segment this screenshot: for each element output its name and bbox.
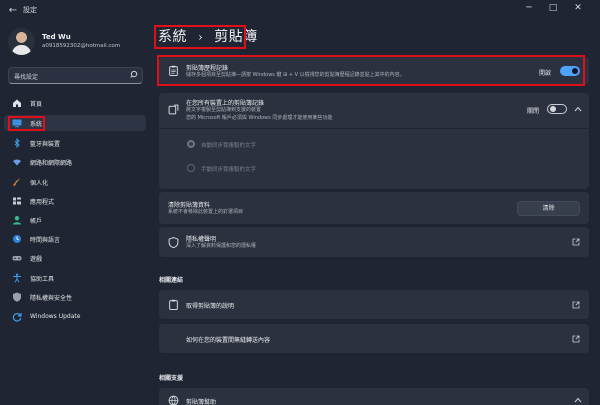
apps-icon	[13, 197, 21, 205]
sync-toggle[interactable]	[547, 104, 567, 114]
clear-button[interactable]: 清除	[517, 201, 580, 216]
sidebar-item-label: 應用程式	[30, 199, 55, 206]
sidebar-item-privacy-security[interactable]	[4, 289, 146, 305]
sidebar-item-apps[interactable]	[4, 193, 146, 209]
chevron-up-icon[interactable]	[574, 106, 582, 112]
maximize-icon[interactable]: □	[541, 0, 565, 16]
related-link-label: 取得剪貼簿的說明	[186, 303, 235, 310]
sync-manual-radio[interactable]	[187, 164, 195, 172]
shield-icon	[13, 292, 21, 302]
globe-clock-icon	[13, 235, 21, 243]
external-link-icon[interactable]	[572, 238, 580, 246]
related-support-clipboard-help[interactable]	[159, 388, 589, 405]
clear-data-description: 系統不會移除此裝置上的釘選項目	[168, 209, 244, 215]
gamepad-icon	[12, 256, 22, 261]
accessibility-icon	[13, 273, 21, 283]
sidebar-item-time-language[interactable]	[4, 231, 146, 247]
shield-icon	[168, 237, 179, 248]
user-name: Ted Wu	[42, 33, 71, 41]
highlight-box-system	[8, 116, 45, 131]
sync-description-2: 您的 Microsoft 帳戶必須與 Windows 同步處理才能使用某些功能	[186, 115, 333, 121]
sidebar-item-label: 個人化	[30, 180, 49, 187]
sidebar-item-bluetooth[interactable]	[4, 135, 146, 151]
arrow-left-icon[interactable]: ←	[6, 4, 20, 18]
search-icon[interactable]	[130, 70, 139, 79]
clipboard-icon	[169, 299, 178, 310]
sync-description-1: 將文字複製至剪貼簿到支援的裝置	[186, 107, 262, 113]
sidebar-item-label: 時間與語言	[30, 237, 61, 244]
sidebar-item-personalization[interactable]	[4, 174, 146, 190]
sidebar-item-network[interactable]	[4, 154, 146, 170]
sidebar-item-label: 藍牙與裝置	[30, 141, 61, 148]
privacy-card[interactable]	[159, 227, 589, 257]
privacy-description: 深入了解資料保護和您的隱私權	[186, 243, 257, 249]
sync-auto-radio[interactable]	[187, 140, 195, 148]
sync-toggle-label: 關閉	[527, 108, 540, 115]
divider	[159, 128, 589, 129]
sidebar-item-label: 協助工具	[30, 276, 55, 283]
sidebar-item-accessibility[interactable]	[4, 270, 146, 286]
highlight-box-title	[154, 25, 246, 49]
brush-icon	[13, 178, 21, 186]
related-support-label: 剪貼簿幫助	[186, 399, 217, 405]
sync-auto-label: 自動同步我複製的文字	[201, 143, 257, 149]
user-email: a0918592302@hotmail.com	[42, 43, 121, 49]
close-icon[interactable]: ✕	[566, 0, 590, 16]
title-bar	[0, 0, 600, 22]
sync-title: 在您所有裝置上的剪貼簿記錄	[186, 100, 265, 107]
wifi-icon	[13, 159, 21, 166]
globe-icon	[168, 395, 179, 405]
avatar[interactable]	[8, 28, 35, 55]
sync-clipboard-icon	[168, 104, 179, 115]
bluetooth-icon	[14, 138, 20, 148]
update-icon	[12, 313, 22, 322]
related-support-heading: 相關支援	[159, 375, 184, 382]
sidebar-item-gaming[interactable]	[4, 250, 146, 266]
sidebar-item-home[interactable]	[4, 95, 146, 111]
privacy-title: 隱私權聲明	[186, 236, 217, 243]
related-links-heading: 相關連結	[159, 277, 184, 284]
sidebar-item-accounts[interactable]	[4, 212, 146, 228]
sidebar-item-label: 帳戶	[30, 218, 43, 225]
home-icon	[13, 99, 21, 107]
minimize-icon[interactable]: ─	[517, 0, 541, 16]
app-title: 設定	[23, 6, 37, 14]
sidebar-item-label: 隱私權與安全性	[30, 295, 73, 302]
sidebar-item-label: 網路和網際網路	[30, 160, 73, 167]
clear-data-title: 清除剪貼簿資料	[168, 202, 211, 209]
sidebar-item-label: Windows Update	[30, 313, 81, 320]
chevron-up-icon[interactable]	[574, 397, 582, 403]
highlight-box-clipboard-history	[157, 55, 585, 86]
search-placeholder: 尋找設定	[14, 74, 39, 81]
external-link-icon[interactable]	[572, 335, 580, 343]
sidebar-item-label: 首頁	[30, 101, 43, 108]
sync-manual-label: 手動同步我複製的文字	[201, 167, 257, 173]
related-link-label: 如何在您的裝置間無縫轉送內容	[186, 337, 271, 344]
person-icon	[13, 216, 21, 225]
external-link-icon[interactable]	[572, 301, 580, 309]
sidebar-item-label: 遊戲	[30, 256, 43, 263]
